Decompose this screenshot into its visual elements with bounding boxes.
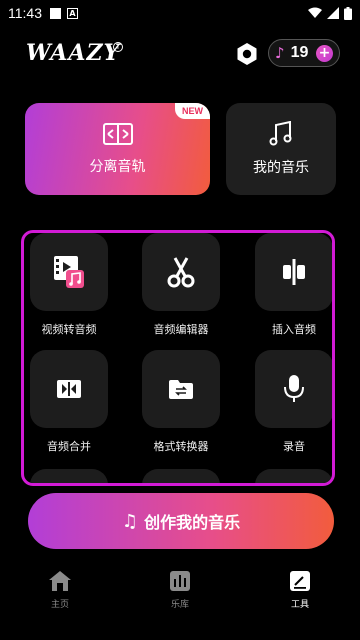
credits-count: 19: [290, 44, 309, 61]
tool-label: 录音: [283, 440, 305, 453]
tool-partial[interactable]: [244, 469, 332, 483]
app-logo: WAAZY: [26, 40, 121, 66]
gear-icon: [237, 43, 257, 65]
scissors-icon: [167, 257, 195, 288]
status-time: 11:43: [8, 5, 42, 21]
tool-tile[interactable]: [30, 350, 108, 428]
new-badge: NEW: [175, 103, 210, 119]
my-music-card[interactable]: 我的音乐: [226, 103, 336, 195]
microphone-icon: [284, 375, 304, 402]
video-to-audio-icon: [54, 256, 84, 288]
tool-partial[interactable]: [24, 469, 119, 483]
tool-insert-audio[interactable]: 插入音频: [244, 233, 332, 337]
music-note-icon: ♪: [275, 44, 285, 62]
tool-video-to-audio[interactable]: 视频转音频: [24, 233, 119, 337]
create-music-label: 创作我的音乐: [144, 513, 241, 532]
tool-tile[interactable]: [255, 350, 332, 428]
nav-label: 主页: [50, 600, 69, 610]
nav-label: 乐库: [170, 600, 189, 610]
settings-button[interactable]: [235, 42, 259, 66]
tool-tile[interactable]: [142, 233, 220, 311]
tool-record[interactable]: 录音: [244, 350, 332, 454]
my-music-label: 我的音乐: [253, 160, 309, 176]
tool-audio-merge[interactable]: 音频合并: [24, 350, 119, 454]
nav-item-library[interactable]: 乐库: [120, 562, 240, 640]
tool-partial[interactable]: [131, 469, 231, 483]
status-notification-icons: A: [50, 7, 78, 19]
separate-tracks-card[interactable]: NEW 分离音轨: [25, 103, 210, 195]
split-tracks-icon: [102, 123, 133, 145]
tool-label: 音频合并: [47, 440, 91, 453]
music-note-icon: ♫: [121, 510, 139, 532]
notification-square-icon: [50, 7, 61, 19]
home-icon: [49, 571, 71, 591]
music-note-icon: [269, 121, 292, 146]
insert-audio-icon: [283, 259, 305, 285]
status-system-icons: [308, 6, 352, 20]
tool-tile[interactable]: [255, 233, 332, 311]
tool-label: 插入音频: [272, 323, 316, 336]
tool-tile[interactable]: [30, 233, 108, 311]
bottom-nav: 主页 乐库 工具: [0, 562, 360, 640]
tool-label: 格式转换器: [153, 440, 209, 453]
folder-convert-icon: [169, 380, 193, 399]
add-credits-button[interactable]: +: [316, 44, 333, 62]
nav-label: 工具: [290, 600, 309, 610]
tool-tile[interactable]: [30, 469, 108, 483]
separate-tracks-label: 分离音轨: [89, 159, 146, 175]
signal-icon: [327, 7, 339, 19]
notification-a-icon: A: [67, 7, 78, 19]
create-music-button[interactable]: ♫ 创作我的音乐: [28, 493, 334, 549]
tool-tile[interactable]: [142, 469, 220, 483]
credits-pill[interactable]: ♪ 19 +: [268, 39, 340, 67]
merge-icon: [57, 380, 81, 398]
app-header: WAAZY i ♪ 19 +: [0, 38, 360, 70]
wifi-icon: [308, 7, 322, 18]
info-icon[interactable]: i: [113, 42, 123, 52]
tools-panel: 视频转音频 音频编辑器 插入音频 音频合并 格式转换器 录音: [21, 230, 335, 486]
nav-item-tools[interactable]: 工具: [240, 562, 360, 640]
status-bar: 11:43 A: [0, 0, 360, 26]
tool-tile[interactable]: [142, 350, 220, 428]
tool-label: 音频编辑器: [153, 323, 209, 336]
tool-tile[interactable]: [255, 469, 332, 483]
tools-icon: [290, 571, 310, 591]
nav-item-home[interactable]: 主页: [0, 562, 120, 640]
battery-icon: [344, 6, 352, 20]
tool-label: 视频转音频: [41, 323, 97, 336]
tool-format-converter[interactable]: 格式转换器: [131, 350, 231, 454]
library-icon: [170, 571, 190, 591]
tool-audio-editor[interactable]: 音频编辑器: [131, 233, 231, 337]
